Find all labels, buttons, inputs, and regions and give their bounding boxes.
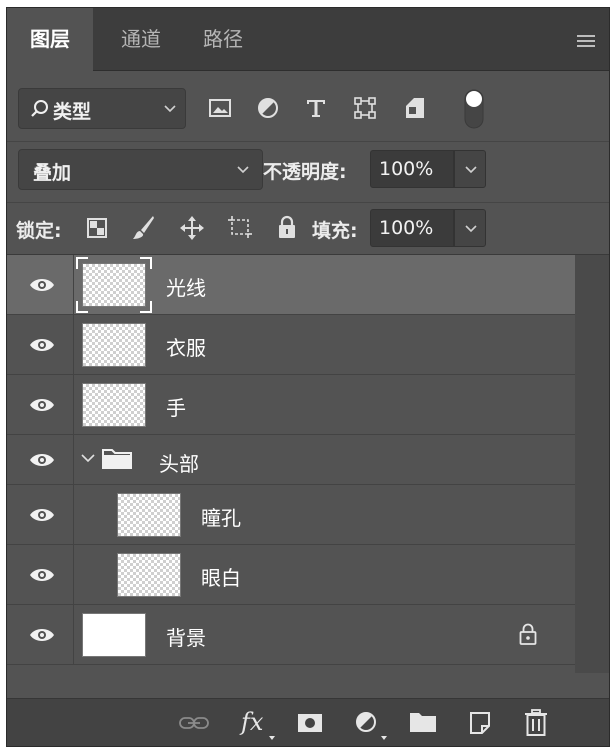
tab-paths[interactable]: 路径: [183, 8, 263, 71]
lock-position-icon[interactable]: [179, 215, 205, 241]
layer-row-background[interactable]: 背景: [7, 605, 575, 665]
opacity-label: 不透明度:: [263, 161, 347, 183]
layer-name[interactable]: 手: [166, 392, 186, 421]
chevron-down-icon: [465, 166, 477, 174]
eye-icon[interactable]: [29, 396, 55, 414]
visibility-column: [7, 435, 74, 484]
adjustment-filter-icon[interactable]: [257, 97, 279, 119]
layer-row-pupil[interactable]: 瞳孔: [7, 485, 575, 545]
type-filter-icon[interactable]: [306, 98, 326, 118]
chevron-down-icon: [465, 225, 477, 233]
lock-label: 锁定:: [16, 220, 62, 242]
mask-icon[interactable]: [297, 713, 323, 733]
layer-thumbnail[interactable]: [82, 263, 146, 307]
layer-row-clothes[interactable]: 衣服: [7, 315, 575, 375]
layer-row-hand[interactable]: 手: [7, 375, 575, 435]
layer-row-light[interactable]: 光线: [7, 255, 575, 315]
lock-all-icon[interactable]: [277, 215, 297, 239]
link-icon[interactable]: [179, 716, 209, 730]
layer-thumbnail[interactable]: [117, 553, 181, 597]
blend-mode-select[interactable]: 叠加: [18, 149, 263, 190]
adjustment-icon[interactable]: [355, 711, 377, 733]
folder-icon[interactable]: [409, 712, 437, 733]
chevron-down-icon: [164, 105, 176, 113]
eye-icon[interactable]: [29, 506, 55, 524]
folder-icon: [102, 449, 132, 469]
layer-thumbnail[interactable]: [82, 613, 146, 657]
visibility-column: [7, 375, 74, 434]
layers-panel: 图层 通道 路径 类型 叠加 不透明度: 100% 锁定: 填充: 100% 光…: [6, 7, 610, 747]
blend-mode-label: 叠加: [33, 162, 72, 184]
selection-corner: [76, 301, 88, 313]
fill-label: 填充:: [312, 220, 358, 242]
panel-tab-bar: 图层 通道 路径: [7, 8, 609, 72]
selection-corner: [76, 257, 88, 269]
layer-thumbnail[interactable]: [82, 383, 146, 427]
layer-name[interactable]: 眼白: [201, 562, 241, 591]
chevron-down-icon: [237, 166, 249, 174]
smart-object-filter-icon[interactable]: [405, 97, 425, 119]
selection-corner: [140, 301, 152, 313]
filter-toggle-switch[interactable]: [463, 88, 485, 130]
opacity-dropdown[interactable]: [454, 150, 486, 188]
trash-icon[interactable]: [524, 709, 548, 737]
tab-channels[interactable]: 通道: [101, 8, 181, 71]
fx-icon[interactable]: fx: [241, 708, 263, 736]
layer-name[interactable]: 衣服: [166, 332, 206, 361]
new-layer-icon[interactable]: [469, 711, 491, 735]
layers-scrollbar[interactable]: [575, 255, 609, 673]
filter-kind-label: 类型: [53, 101, 92, 123]
search-icon: [31, 100, 48, 117]
eye-icon[interactable]: [29, 276, 55, 294]
layer-thumbnail[interactable]: [117, 493, 181, 537]
layers-footer-toolbar: fx: [7, 698, 609, 746]
shape-filter-icon[interactable]: [354, 97, 376, 119]
filter-kind-select[interactable]: 类型: [18, 88, 186, 129]
fill-input[interactable]: 100%: [370, 209, 454, 247]
layer-name[interactable]: 背景: [166, 622, 206, 651]
visibility-column: [7, 545, 74, 604]
visibility-column: [7, 485, 74, 544]
fill-dropdown[interactable]: [454, 209, 486, 247]
layer-name[interactable]: 光线: [166, 272, 206, 301]
eye-icon[interactable]: [29, 566, 55, 584]
selection-corner: [140, 257, 152, 269]
eye-icon[interactable]: [29, 451, 55, 469]
lock-icon[interactable]: [519, 623, 537, 645]
visibility-column: [7, 255, 74, 314]
eye-icon[interactable]: [29, 336, 55, 354]
visibility-column: [7, 315, 74, 374]
layer-row-eye-white[interactable]: 眼白: [7, 545, 575, 605]
opacity-input[interactable]: 100%: [370, 150, 454, 188]
layer-thumbnail[interactable]: [82, 323, 146, 367]
layer-name[interactable]: 瞳孔: [201, 502, 241, 531]
lock-transparent-pixels-icon[interactable]: [87, 218, 107, 238]
adjustment-dropdown-indicator: [381, 736, 387, 740]
lock-artboard-icon[interactable]: [227, 215, 253, 239]
group-name[interactable]: 头部: [159, 448, 199, 477]
layers-list: 光线 衣服 手 头部 瞳孔 眼白 背景: [7, 255, 575, 673]
lock-image-pixels-icon[interactable]: [131, 215, 155, 241]
panel-menu-icon[interactable]: [577, 35, 595, 47]
tab-layers[interactable]: 图层: [7, 8, 93, 72]
group-expand-chevron-icon[interactable]: [81, 454, 95, 463]
eye-icon[interactable]: [29, 626, 55, 644]
layer-group-head[interactable]: 头部: [7, 435, 575, 485]
fx-dropdown-indicator: [269, 736, 275, 740]
image-filter-icon[interactable]: [209, 99, 231, 117]
visibility-column: [7, 605, 74, 664]
